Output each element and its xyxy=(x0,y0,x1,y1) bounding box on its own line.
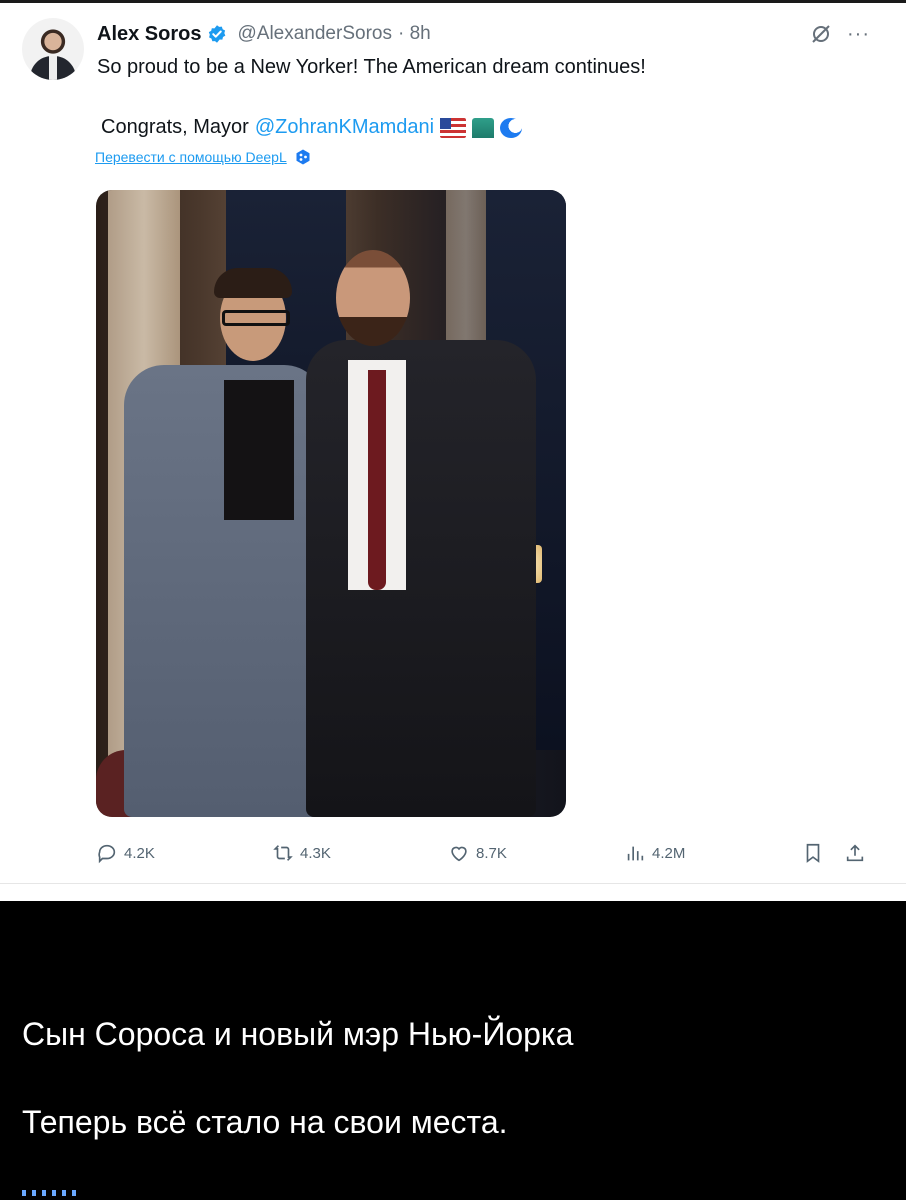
mention-link[interactable]: @ZohranKMamdani xyxy=(255,116,434,139)
caption-line1: Сын Сороса и новый мэр Нью-Йорка xyxy=(22,1016,574,1052)
bookmark-button[interactable] xyxy=(802,842,824,864)
glasses xyxy=(222,310,290,326)
verified-badge-icon xyxy=(209,25,226,43)
repost-button[interactable]: 4.3K xyxy=(272,842,331,864)
views-icon xyxy=(627,846,644,861)
person-right-head xyxy=(336,250,410,346)
tweet-text-line2: Congrats, Mayor @ZohranKMamdani xyxy=(101,116,523,139)
like-button[interactable]: 8.7K xyxy=(448,842,507,864)
reply-button[interactable]: 4.2K xyxy=(96,842,155,864)
avatar[interactable] xyxy=(22,18,84,80)
tweet-text-line1: So proud to be a New Yorker! The America… xyxy=(97,56,646,78)
views-button[interactable]: 4.2M xyxy=(624,842,685,864)
person-right-tie xyxy=(368,370,386,590)
person-left-hair xyxy=(214,268,292,298)
avatar-shirt xyxy=(49,56,57,80)
repost-icon xyxy=(273,845,293,861)
like-count: 8.7K xyxy=(476,844,507,862)
reply-count: 4.2K xyxy=(124,844,155,862)
share-icon xyxy=(846,844,864,862)
heart-icon xyxy=(451,846,467,862)
person-left-shirt xyxy=(224,380,294,520)
translate-link[interactable]: Перевести с помощью DeepL xyxy=(95,149,311,165)
divider xyxy=(0,883,906,884)
deepl-icon xyxy=(296,149,310,165)
views-count: 4.2M xyxy=(652,844,686,862)
congrats-text: Congrats, Mayor xyxy=(101,116,249,138)
author-name[interactable]: Alex Soros xyxy=(97,23,201,46)
translate-label[interactable]: Перевести с помощью DeepL xyxy=(95,149,287,165)
person-right xyxy=(306,340,536,817)
tweet-actions-bar: 4.2K 4.3K 8.7K 4.2M xyxy=(96,842,876,866)
repost-count: 4.3K xyxy=(300,844,331,862)
more-options-icon[interactable]: ··· xyxy=(847,24,870,44)
tweet-photo[interactable] xyxy=(96,190,566,817)
caption-line2: Теперь всё стало на свои места. xyxy=(22,1104,508,1140)
author-handle[interactable]: @AlexanderSoros xyxy=(237,23,391,45)
tweet-top-actions: ··· xyxy=(809,22,870,46)
tweet-header: Alex Soros @AlexanderSoros · 8h xyxy=(97,21,431,47)
share-button[interactable] xyxy=(844,842,866,864)
grok-icon[interactable] xyxy=(809,22,833,46)
wave-icon xyxy=(500,117,523,138)
reply-icon xyxy=(98,844,116,864)
caption-more-link[interactable] xyxy=(22,1190,82,1196)
tweet-time[interactable]: · 8h xyxy=(398,23,431,45)
statue-of-liberty-icon xyxy=(472,117,495,138)
us-flag-icon xyxy=(440,117,467,138)
bookmark-icon xyxy=(806,843,820,863)
